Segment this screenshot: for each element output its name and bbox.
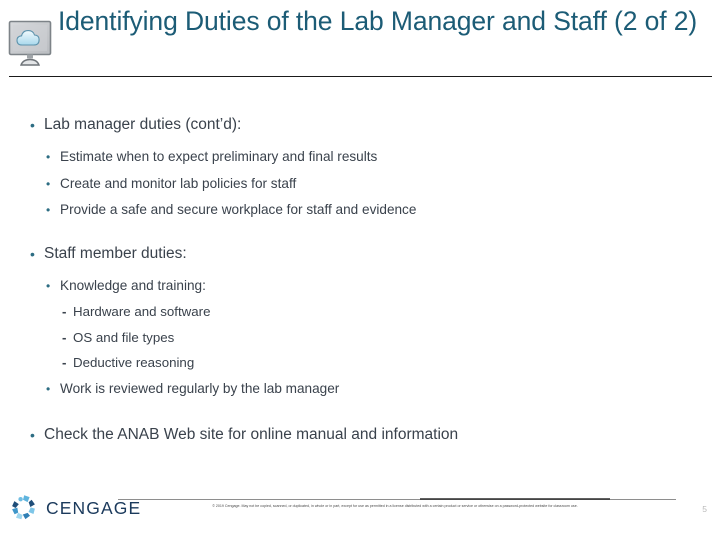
list-item-label: Estimate when to expect preliminary and …: [60, 149, 378, 164]
list-item-label: Create and monitor lab policies for staf…: [60, 175, 297, 191]
dash-marker: -: [62, 329, 67, 345]
list-item: - Hardware and software: [62, 299, 720, 325]
list-item-label: Knowledge and training:: [60, 277, 206, 293]
bullet-marker: •: [30, 117, 35, 133]
bullet-marker: •: [46, 150, 51, 164]
list-item: • Check the ANAB Web site for online man…: [30, 422, 720, 448]
dash-marker: -: [62, 304, 67, 319]
dash-marker: -: [62, 355, 67, 370]
list-item: - Deductive reasoning: [62, 350, 720, 376]
bullet-marker: •: [30, 245, 35, 262]
slide-title-area: Identifying Duties of the Lab Manager an…: [0, 0, 720, 82]
slide-canvas: Identifying Duties of the Lab Manager an…: [0, 0, 720, 540]
slide-body: • Lab manager duties (cont’d): • Estimat…: [0, 112, 720, 448]
list-item: - OS and file types: [62, 325, 720, 351]
list-item: • Knowledge and training:: [46, 273, 720, 300]
cengage-swirl-logo-icon: [10, 493, 40, 523]
list-item-label: Staff member duties:: [44, 244, 187, 262]
bullet-marker: •: [46, 176, 51, 191]
monitor-cloud-icon: [8, 20, 54, 68]
list-item-label: Deductive reasoning: [73, 355, 195, 370]
list-item-label: Hardware and software: [73, 304, 211, 319]
title-divider: [9, 76, 712, 77]
list-item-label: Lab manager duties (cont’d):: [44, 116, 242, 133]
cengage-logo: CENGAGE: [10, 493, 141, 523]
bullet-marker: •: [46, 381, 51, 396]
page-number: 5: [702, 504, 707, 514]
list-item: • Provide a safe and secure workplace fo…: [46, 197, 720, 224]
list-item: • Lab manager duties (cont’d):: [30, 112, 720, 138]
list-item: • Estimate when to expect preliminary an…: [46, 144, 720, 171]
bullet-marker: •: [46, 278, 51, 293]
cengage-wordmark: CENGAGE: [46, 497, 142, 518]
copyright-notice: © 2019 Cengage. May not be copied, scann…: [212, 504, 578, 508]
list-item: • Work is reviewed regularly by the lab …: [46, 376, 720, 403]
list-item-label: Work is reviewed regularly by the lab ma…: [60, 380, 340, 396]
footer-divider-accent: [420, 498, 610, 500]
bullet-marker: •: [30, 427, 35, 443]
list-item-label: Check the ANAB Web site for online manua…: [44, 426, 459, 443]
list-item: • Staff member duties:: [30, 241, 720, 267]
bullet-marker: •: [46, 203, 51, 217]
slide-footer: CENGAGE © 2019 Cengage. May not be copie…: [0, 488, 720, 540]
list-item-label: Provide a safe and secure workplace for …: [60, 202, 417, 217]
list-item-label: OS and file types: [73, 329, 175, 345]
list-item: • Create and monitor lab policies for st…: [46, 171, 720, 198]
page-title: Identifying Duties of the Lab Manager an…: [58, 6, 698, 36]
